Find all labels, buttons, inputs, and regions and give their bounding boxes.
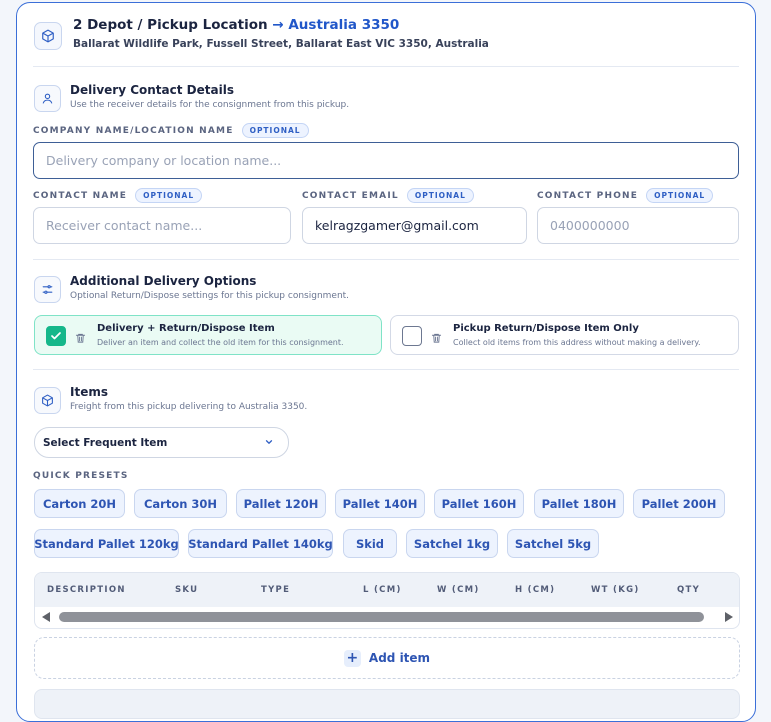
preset-chip[interactable]: Standard Pallet 140kg bbox=[188, 529, 333, 558]
optional-badge: OPTIONAL bbox=[135, 188, 203, 203]
contact-name-label-text: CONTACT NAME bbox=[33, 190, 128, 201]
destination-label: Australia 3350 bbox=[288, 17, 400, 33]
preset-chip[interactable]: Pallet 180H bbox=[534, 489, 624, 518]
table-header: DESCRIPTION SKU TYPE L (CM) W (CM) H (CM… bbox=[35, 573, 739, 607]
option-title: Pickup Return/Dispose Item Only bbox=[453, 323, 639, 334]
option-delivery-return[interactable]: Delivery + Return/Dispose Item Deliver a… bbox=[34, 315, 382, 355]
contact-phone-label-text: CONTACT PHONE bbox=[537, 190, 639, 201]
location-address: Ballarat Wildlife Park, Fussell Street, … bbox=[73, 38, 489, 50]
preset-chip[interactable]: Satchel 5kg bbox=[507, 529, 599, 558]
check-icon bbox=[51, 332, 61, 340]
optional-badge: OPTIONAL bbox=[406, 188, 474, 203]
box-icon bbox=[34, 387, 61, 414]
contact-name-label: CONTACT NAME OPTIONAL bbox=[33, 188, 203, 203]
preset-chip[interactable]: Satchel 1kg bbox=[406, 529, 498, 558]
divider bbox=[33, 66, 739, 67]
column-header: H (CM) bbox=[515, 585, 556, 595]
trash-icon bbox=[75, 329, 86, 348]
option-checkbox[interactable] bbox=[402, 326, 422, 346]
location-name: 2 Depot / Pickup Location bbox=[73, 17, 268, 33]
quick-presets-label: QUICK PRESETS bbox=[33, 471, 129, 481]
trash-icon bbox=[431, 329, 442, 348]
preset-chip[interactable]: Standard Pallet 120kg bbox=[34, 529, 179, 558]
options-section-subtitle: Optional Return/Dispose settings for thi… bbox=[70, 291, 350, 301]
horizontal-scrollbar[interactable] bbox=[35, 608, 739, 626]
user-icon bbox=[34, 85, 61, 112]
arrow-glyph: → bbox=[272, 17, 284, 33]
preset-chip[interactable]: Skid bbox=[343, 529, 397, 558]
column-header: SKU bbox=[175, 585, 199, 595]
frequent-item-select[interactable]: Select Frequent Item bbox=[34, 427, 289, 458]
option-title: Delivery + Return/Dispose Item bbox=[97, 323, 275, 334]
preset-chip[interactable]: Carton 30H bbox=[134, 489, 227, 518]
column-header: W (CM) bbox=[437, 585, 480, 595]
plus-icon: + bbox=[343, 649, 361, 667]
option-desc: Deliver an item and collect the old item… bbox=[97, 338, 344, 347]
column-header: L (CM) bbox=[363, 585, 402, 595]
company-label: COMPANY NAME/LOCATION NAME OPTIONAL bbox=[33, 123, 309, 138]
sliders-icon bbox=[34, 276, 61, 303]
contact-phone-input[interactable] bbox=[537, 207, 739, 244]
items-section-title: Items bbox=[70, 385, 108, 399]
preset-chip[interactable]: Pallet 140H bbox=[335, 489, 425, 518]
add-item-label: Add item bbox=[368, 651, 431, 665]
scrollbar-thumb[interactable] bbox=[59, 612, 704, 622]
chevron-down-icon bbox=[264, 437, 274, 450]
contact-section-subtitle: Use the receiver details for the consign… bbox=[70, 100, 350, 110]
scroll-right-arrow[interactable] bbox=[725, 612, 733, 622]
column-header: QTY bbox=[677, 585, 701, 595]
pickup-location-card: 2 Depot / Pickup Location → Australia 33… bbox=[16, 2, 756, 722]
contact-section-title: Delivery Contact Details bbox=[70, 83, 234, 97]
contact-email-label-text: CONTACT EMAIL bbox=[302, 190, 399, 201]
company-label-text: COMPANY NAME/LOCATION NAME bbox=[33, 125, 234, 136]
option-pickup-return[interactable]: Pickup Return/Dispose Item Only Collect … bbox=[390, 315, 739, 355]
divider bbox=[33, 369, 739, 370]
contact-email-label: CONTACT EMAIL OPTIONAL bbox=[302, 188, 474, 203]
company-input[interactable] bbox=[33, 142, 739, 179]
divider bbox=[33, 259, 739, 260]
preset-chip[interactable]: Pallet 120H bbox=[236, 489, 326, 518]
next-section-strip bbox=[34, 689, 740, 719]
items-table: DESCRIPTION SKU TYPE L (CM) W (CM) H (CM… bbox=[34, 572, 740, 629]
select-label: Select Frequent Item bbox=[43, 436, 168, 449]
option-desc: Collect old items from this address with… bbox=[453, 338, 701, 347]
option-checkbox-checked[interactable] bbox=[46, 326, 66, 346]
location-title: 2 Depot / Pickup Location → Australia 33… bbox=[73, 17, 399, 33]
column-header: WT (KG) bbox=[591, 585, 640, 595]
preset-chip[interactable]: Pallet 200H bbox=[633, 489, 725, 518]
add-item-button[interactable]: + Add item bbox=[34, 637, 740, 679]
column-header: DESCRIPTION bbox=[47, 585, 126, 595]
contact-email-input[interactable] bbox=[302, 207, 527, 244]
column-header: TYPE bbox=[261, 585, 291, 595]
preset-chip[interactable]: Pallet 160H bbox=[434, 489, 524, 518]
options-section-title: Additional Delivery Options bbox=[70, 274, 257, 288]
optional-badge: OPTIONAL bbox=[646, 188, 714, 203]
optional-badge: OPTIONAL bbox=[241, 123, 309, 138]
contact-name-input[interactable] bbox=[33, 207, 291, 244]
contact-phone-label: CONTACT PHONE OPTIONAL bbox=[537, 188, 714, 203]
scroll-left-arrow[interactable] bbox=[42, 612, 50, 622]
box-icon bbox=[34, 22, 62, 50]
preset-chip[interactable]: Carton 20H bbox=[34, 489, 125, 518]
items-section-subtitle: Freight from this pickup delivering to A… bbox=[70, 402, 308, 412]
